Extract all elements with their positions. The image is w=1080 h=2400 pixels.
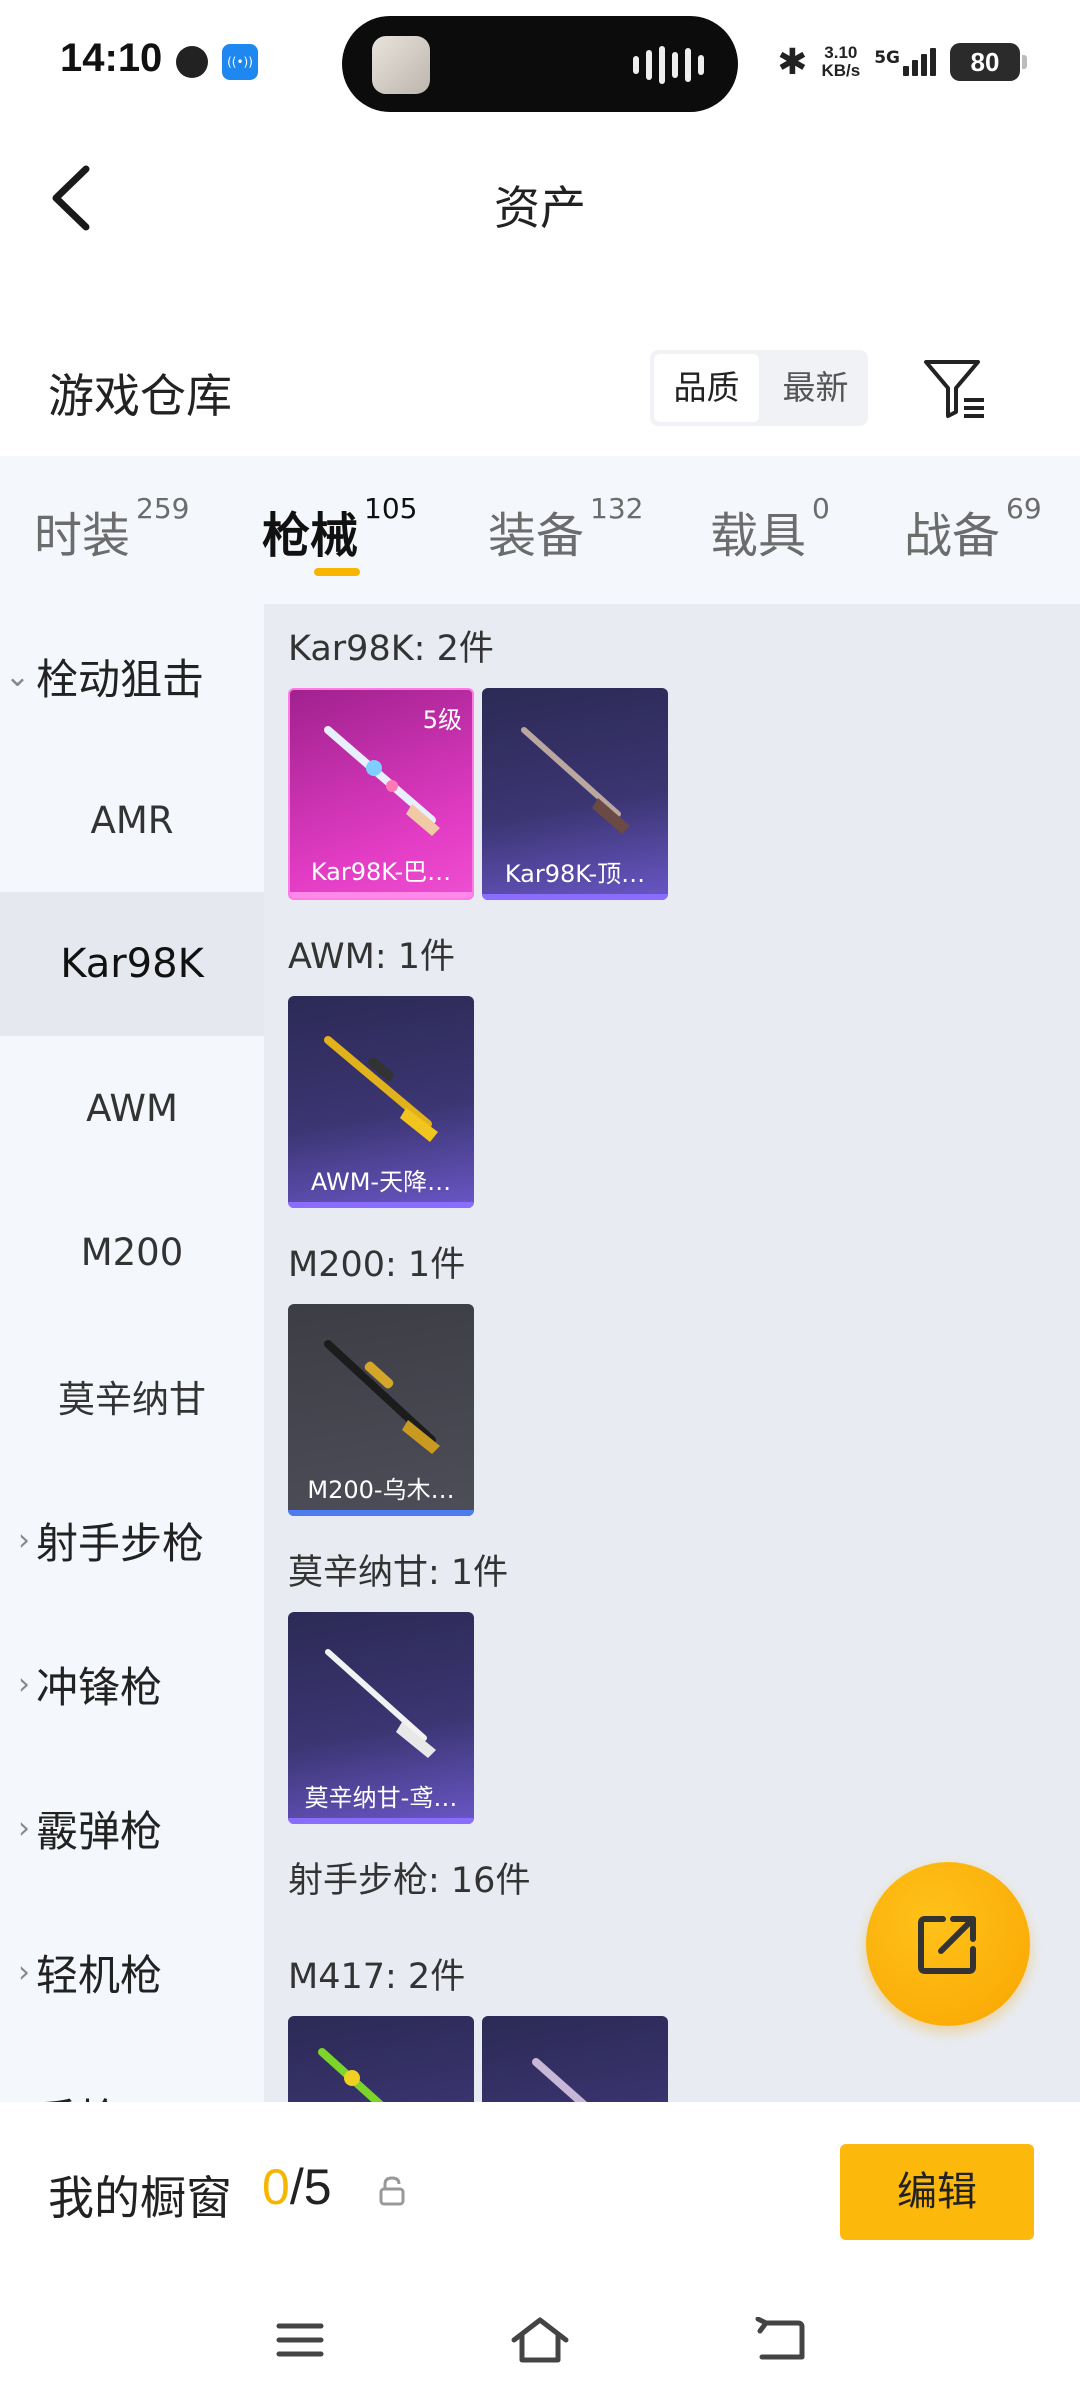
- bluetooth-icon: ✱: [777, 41, 808, 83]
- showcase-bar: 我的橱窗 0/5 编辑: [0, 2102, 1080, 2282]
- showcase-count: 0/5: [262, 2159, 332, 2215]
- rifle-icon: [521, 727, 630, 834]
- globe-icon: [176, 46, 208, 78]
- item-name: Kar98K-顶…: [504, 860, 646, 888]
- share-button[interactable]: [866, 1862, 1030, 2026]
- home-icon: [511, 2317, 569, 2363]
- status-time: 14:10: [60, 36, 163, 80]
- weapon-category-sidebar: ⌄ 栓动狙击 AMR Kar98K AWM M200 莫辛纳甘 › 射手步枪 ›…: [0, 604, 264, 2102]
- sort-newest-button[interactable]: 最新: [763, 350, 868, 426]
- rarity-strip: [288, 1818, 474, 1824]
- item-card[interactable]: Kar98K-顶…: [482, 688, 668, 900]
- network-speed: 3.10 KB/s: [821, 43, 861, 80]
- item-card[interactable]: AWM-天降…: [288, 996, 474, 1208]
- warehouse-header: 游戏仓库 品质 最新: [0, 330, 1080, 450]
- back-icon: [755, 2317, 805, 2360]
- item-name: 莫辛纳甘-鸢…: [304, 1784, 458, 1812]
- item-card[interactable]: [288, 2016, 474, 2102]
- status-bar: 14:10 ((•)) ✱ 3.10 KB/s 5G 80: [0, 0, 1080, 120]
- sort-quality-button[interactable]: 品质: [654, 354, 759, 422]
- title-bar: 资产: [0, 120, 1080, 270]
- sort-toggle: 品质 最新: [650, 350, 868, 426]
- active-tab-indicator: [314, 568, 360, 576]
- tab-fashion[interactable]: 时装 259: [34, 456, 189, 566]
- chevron-down-icon: ⌄: [4, 658, 30, 694]
- filter-button[interactable]: [920, 354, 990, 424]
- showcase-title: 我的橱窗: [48, 2171, 232, 2225]
- battery-icon: 80: [950, 43, 1027, 81]
- item-card[interactable]: [482, 2016, 668, 2102]
- rifle-icon: [325, 1649, 436, 1758]
- item-card[interactable]: 莫辛纳甘-鸢…: [288, 1612, 474, 1824]
- menu-icon: [276, 2323, 324, 2357]
- rifle-icon: [532, 2058, 588, 2102]
- section-title-marksman: 射手步枪: 16件: [288, 1861, 531, 1901]
- chevron-right-icon: ›: [18, 1954, 30, 1990]
- sidebar-group-shotgun[interactable]: › 霰弹枪: [0, 1756, 264, 1900]
- sniper-rifle-icon: [324, 1036, 438, 1142]
- sidebar-item-kar98k[interactable]: Kar98K: [0, 892, 264, 1036]
- sidebar-group-bolt-action[interactable]: ⌄ 栓动狙击: [0, 604, 264, 748]
- rifle-icon: [324, 726, 440, 836]
- chevron-right-icon: ›: [18, 1666, 30, 1702]
- sniper-rifle-icon: [324, 1340, 440, 1454]
- item-name: M200-乌木…: [307, 1476, 455, 1504]
- category-tabs: 时装 259 枪械 105 装备 132 载具 0 战备 69: [0, 456, 1080, 604]
- item-name: AWM-天降…: [310, 1168, 452, 1196]
- signal-icon: 5G: [874, 48, 936, 76]
- tab-equipment[interactable]: 装备 132: [488, 456, 643, 566]
- hotspot-icon: ((•)): [222, 44, 258, 80]
- item-card[interactable]: M200-乌木…: [288, 1304, 474, 1516]
- audio-wave-icon: [633, 46, 704, 84]
- rarity-strip: [288, 1510, 474, 1516]
- system-nav-bar: [0, 2282, 1080, 2400]
- item-level-badge: 5级: [422, 706, 462, 734]
- section-title-awm: AWM: 1件: [288, 937, 456, 977]
- item-name: Kar98K-巴…: [310, 858, 452, 886]
- lock-icon: [379, 2176, 405, 2206]
- tab-vehicles[interactable]: 载具 0: [710, 456, 830, 566]
- back-nav-button[interactable]: [740, 2308, 820, 2372]
- tab-supplies[interactable]: 战备 69: [904, 456, 1042, 566]
- sidebar-item-mosin-nagant[interactable]: 莫辛纳甘: [0, 1324, 264, 1468]
- section-title-m200: M200: 1件: [288, 1245, 466, 1285]
- sidebar-group-smg[interactable]: › 冲锋枪: [0, 1612, 264, 1756]
- share-icon: [918, 1916, 976, 1974]
- sidebar-group-lmg[interactable]: › 轻机枪: [0, 1900, 264, 2044]
- warehouse-title: 游戏仓库: [48, 369, 232, 423]
- chevron-right-icon: ›: [18, 1810, 30, 1846]
- filter-icon: [924, 360, 984, 418]
- page-title: 资产: [494, 181, 586, 235]
- rarity-strip: [290, 892, 472, 898]
- edit-button[interactable]: 编辑: [840, 2144, 1034, 2240]
- rarity-strip: [482, 894, 668, 900]
- section-title-m417: M417: 2件: [288, 1957, 466, 1997]
- tab-firearms[interactable]: 枪械 105: [262, 456, 417, 576]
- item-card[interactable]: 5级 Kar98K-巴…: [288, 688, 474, 900]
- sidebar-item-awm[interactable]: AWM: [0, 1036, 264, 1180]
- section-title-kar98k: Kar98K: 2件: [288, 629, 494, 669]
- sidebar-group-marksman[interactable]: › 射手步枪: [0, 1468, 264, 1612]
- home-button[interactable]: [500, 2308, 580, 2372]
- section-title-mosin-nagant: 莫辛纳甘: 1件: [288, 1553, 509, 1593]
- chevron-right-icon: ›: [18, 1522, 30, 1558]
- sidebar-item-amr[interactable]: AMR: [0, 748, 264, 892]
- rarity-strip: [288, 1202, 474, 1208]
- sidebar-group-pistol[interactable]: › 手枪: [0, 2044, 264, 2103]
- dynamic-island[interactable]: [342, 16, 738, 112]
- rifle-icon: [318, 2048, 384, 2102]
- sidebar-item-m200[interactable]: M200: [0, 1180, 264, 1324]
- menu-button[interactable]: [260, 2308, 340, 2372]
- media-thumbnail: [372, 36, 430, 94]
